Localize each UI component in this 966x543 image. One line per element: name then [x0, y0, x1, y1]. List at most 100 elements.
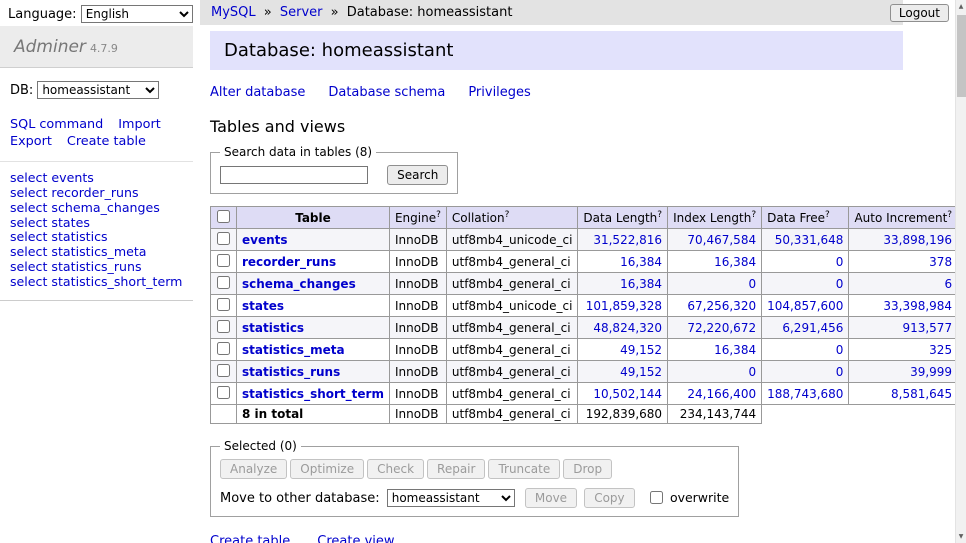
data-length-link[interactable]: 16,384 [620, 277, 662, 291]
data-free-link[interactable]: 0 [836, 343, 844, 357]
data-length-link[interactable]: 16,384 [620, 255, 662, 269]
index-length-link[interactable]: 24,166,400 [687, 387, 756, 401]
auto-increment-link[interactable]: 325 [929, 343, 952, 357]
search-input[interactable] [220, 166, 368, 184]
index-length-link[interactable]: 0 [748, 277, 756, 291]
move-db-select[interactable]: homeassistant [387, 489, 515, 507]
sidebar-link-create-table[interactable]: Create table [67, 134, 146, 149]
scroll-down-icon[interactable]: ▼ [956, 530, 966, 543]
data-free-link[interactable]: 0 [836, 365, 844, 379]
row-checkbox[interactable] [217, 342, 230, 355]
db-select[interactable]: homeassistant [37, 81, 159, 99]
column-hint[interactable]: ? [751, 210, 756, 220]
data-free-link[interactable]: 0 [836, 255, 844, 269]
optimize-button[interactable]: Optimize [290, 459, 364, 479]
copy-button[interactable]: Copy [584, 488, 634, 508]
column-header-collation[interactable]: Collation? [446, 207, 578, 229]
sidebar-item-select-schema_changes[interactable]: select schema_changes [10, 201, 183, 216]
action-link-alter-database[interactable]: Alter database [210, 85, 305, 100]
column-header-table[interactable]: Table [237, 207, 390, 229]
sidebar-item-select-recorder_runs[interactable]: select recorder_runs [10, 186, 183, 201]
sidebar-link-export[interactable]: Export [10, 134, 52, 149]
auto-increment-link[interactable]: 6 [944, 277, 952, 291]
language-select[interactable]: English [81, 5, 193, 23]
data-length-link[interactable]: 31,522,816 [593, 233, 662, 247]
create-view-link[interactable]: Create view [317, 534, 394, 543]
index-length-link[interactable]: 67,256,320 [687, 299, 756, 313]
column-header-engine[interactable]: Engine? [389, 207, 446, 229]
sidebar-item-select-states[interactable]: select states [10, 216, 183, 231]
index-length-link[interactable]: 16,384 [714, 255, 756, 269]
repair-button[interactable]: Repair [427, 459, 485, 479]
index-length-link[interactable]: 16,384 [714, 343, 756, 357]
auto-increment-link[interactable]: 33,898,196 [883, 233, 952, 247]
table-link[interactable]: events [242, 233, 288, 247]
auto-increment-link[interactable]: 33,398,984 [883, 299, 952, 313]
table-link[interactable]: statistics_meta [242, 343, 345, 357]
sidebar-link-import[interactable]: Import [118, 117, 160, 132]
search-button[interactable]: Search [387, 165, 448, 185]
sidebar-item-select-statistics[interactable]: select statistics [10, 230, 183, 245]
action-link-privileges[interactable]: Privileges [468, 85, 531, 100]
column-hint[interactable]: ? [657, 210, 662, 220]
scroll-thumb[interactable] [957, 15, 966, 97]
analyze-button[interactable]: Analyze [220, 459, 287, 479]
table-link[interactable]: statistics_runs [242, 365, 340, 379]
column-hint[interactable]: ? [436, 210, 441, 220]
app-name-link[interactable]: Adminer [14, 37, 86, 57]
scrollbar[interactable]: ▲ ▼ [955, 0, 966, 543]
column-header-auto-increment[interactable]: Auto Increment? [849, 207, 955, 229]
sidebar-item-select-statistics_runs[interactable]: select statistics_runs [10, 260, 183, 275]
select-all-checkbox[interactable] [217, 210, 230, 223]
create-table-link[interactable]: Create table [210, 534, 290, 543]
row-checkbox[interactable] [217, 386, 230, 399]
table-link[interactable]: statistics_short_term [242, 387, 384, 401]
data-length-link[interactable]: 10,502,144 [593, 387, 662, 401]
auto-increment-link[interactable]: 913,577 [902, 321, 952, 335]
logout-button[interactable]: Logout [890, 4, 949, 22]
auto-increment-link[interactable]: 39,999 [910, 365, 952, 379]
move-button[interactable]: Move [525, 488, 577, 508]
sidebar-item-select-statistics_meta[interactable]: select statistics_meta [10, 245, 183, 260]
table-link[interactable]: statistics [242, 321, 304, 335]
row-checkbox[interactable] [217, 232, 230, 245]
data-length-link[interactable]: 101,859,328 [586, 299, 662, 313]
row-checkbox[interactable] [217, 320, 230, 333]
index-length-link[interactable]: 0 [748, 365, 756, 379]
data-free-link[interactable]: 6,291,456 [782, 321, 843, 335]
data-length-link[interactable]: 49,152 [620, 343, 662, 357]
data-free-link[interactable]: 104,857,600 [767, 299, 843, 313]
column-header-index-length[interactable]: Index Length? [668, 207, 762, 229]
row-checkbox[interactable] [217, 364, 230, 377]
table-link[interactable]: states [242, 299, 284, 313]
row-checkbox[interactable] [217, 276, 230, 289]
column-hint[interactable]: ? [825, 210, 830, 220]
data-free-link[interactable]: 0 [836, 277, 844, 291]
breadcrumb-item[interactable]: MySQL [211, 5, 256, 20]
data-length-link[interactable]: 49,152 [620, 365, 662, 379]
row-checkbox[interactable] [217, 254, 230, 267]
row-checkbox[interactable] [217, 298, 230, 311]
action-link-database-schema[interactable]: Database schema [328, 85, 445, 100]
check-button[interactable]: Check [367, 459, 424, 479]
column-header-data-length[interactable]: Data Length? [578, 207, 668, 229]
index-length-link[interactable]: 70,467,584 [687, 233, 756, 247]
auto-increment-link[interactable]: 378 [929, 255, 952, 269]
sidebar-item-select-events[interactable]: select events [10, 171, 183, 186]
column-header-data-free[interactable]: Data Free? [762, 207, 849, 229]
drop-button[interactable]: Drop [563, 459, 612, 479]
index-length-link[interactable]: 72,220,672 [687, 321, 756, 335]
column-hint[interactable]: ? [505, 210, 510, 220]
data-free-link[interactable]: 188,743,680 [767, 387, 843, 401]
table-link[interactable]: recorder_runs [242, 255, 336, 269]
scroll-up-icon[interactable]: ▲ [956, 0, 966, 13]
overwrite-checkbox[interactable] [650, 491, 663, 504]
data-free-link[interactable]: 50,331,648 [775, 233, 844, 247]
truncate-button[interactable]: Truncate [488, 459, 560, 479]
sidebar-link-sql-command[interactable]: SQL command [10, 117, 103, 132]
sidebar-item-select-statistics_short_term[interactable]: select statistics_short_term [10, 275, 183, 290]
data-length-link[interactable]: 48,824,320 [593, 321, 662, 335]
breadcrumb-item[interactable]: Server [280, 5, 323, 20]
table-link[interactable]: schema_changes [242, 277, 356, 291]
auto-increment-link[interactable]: 8,581,645 [891, 387, 952, 401]
